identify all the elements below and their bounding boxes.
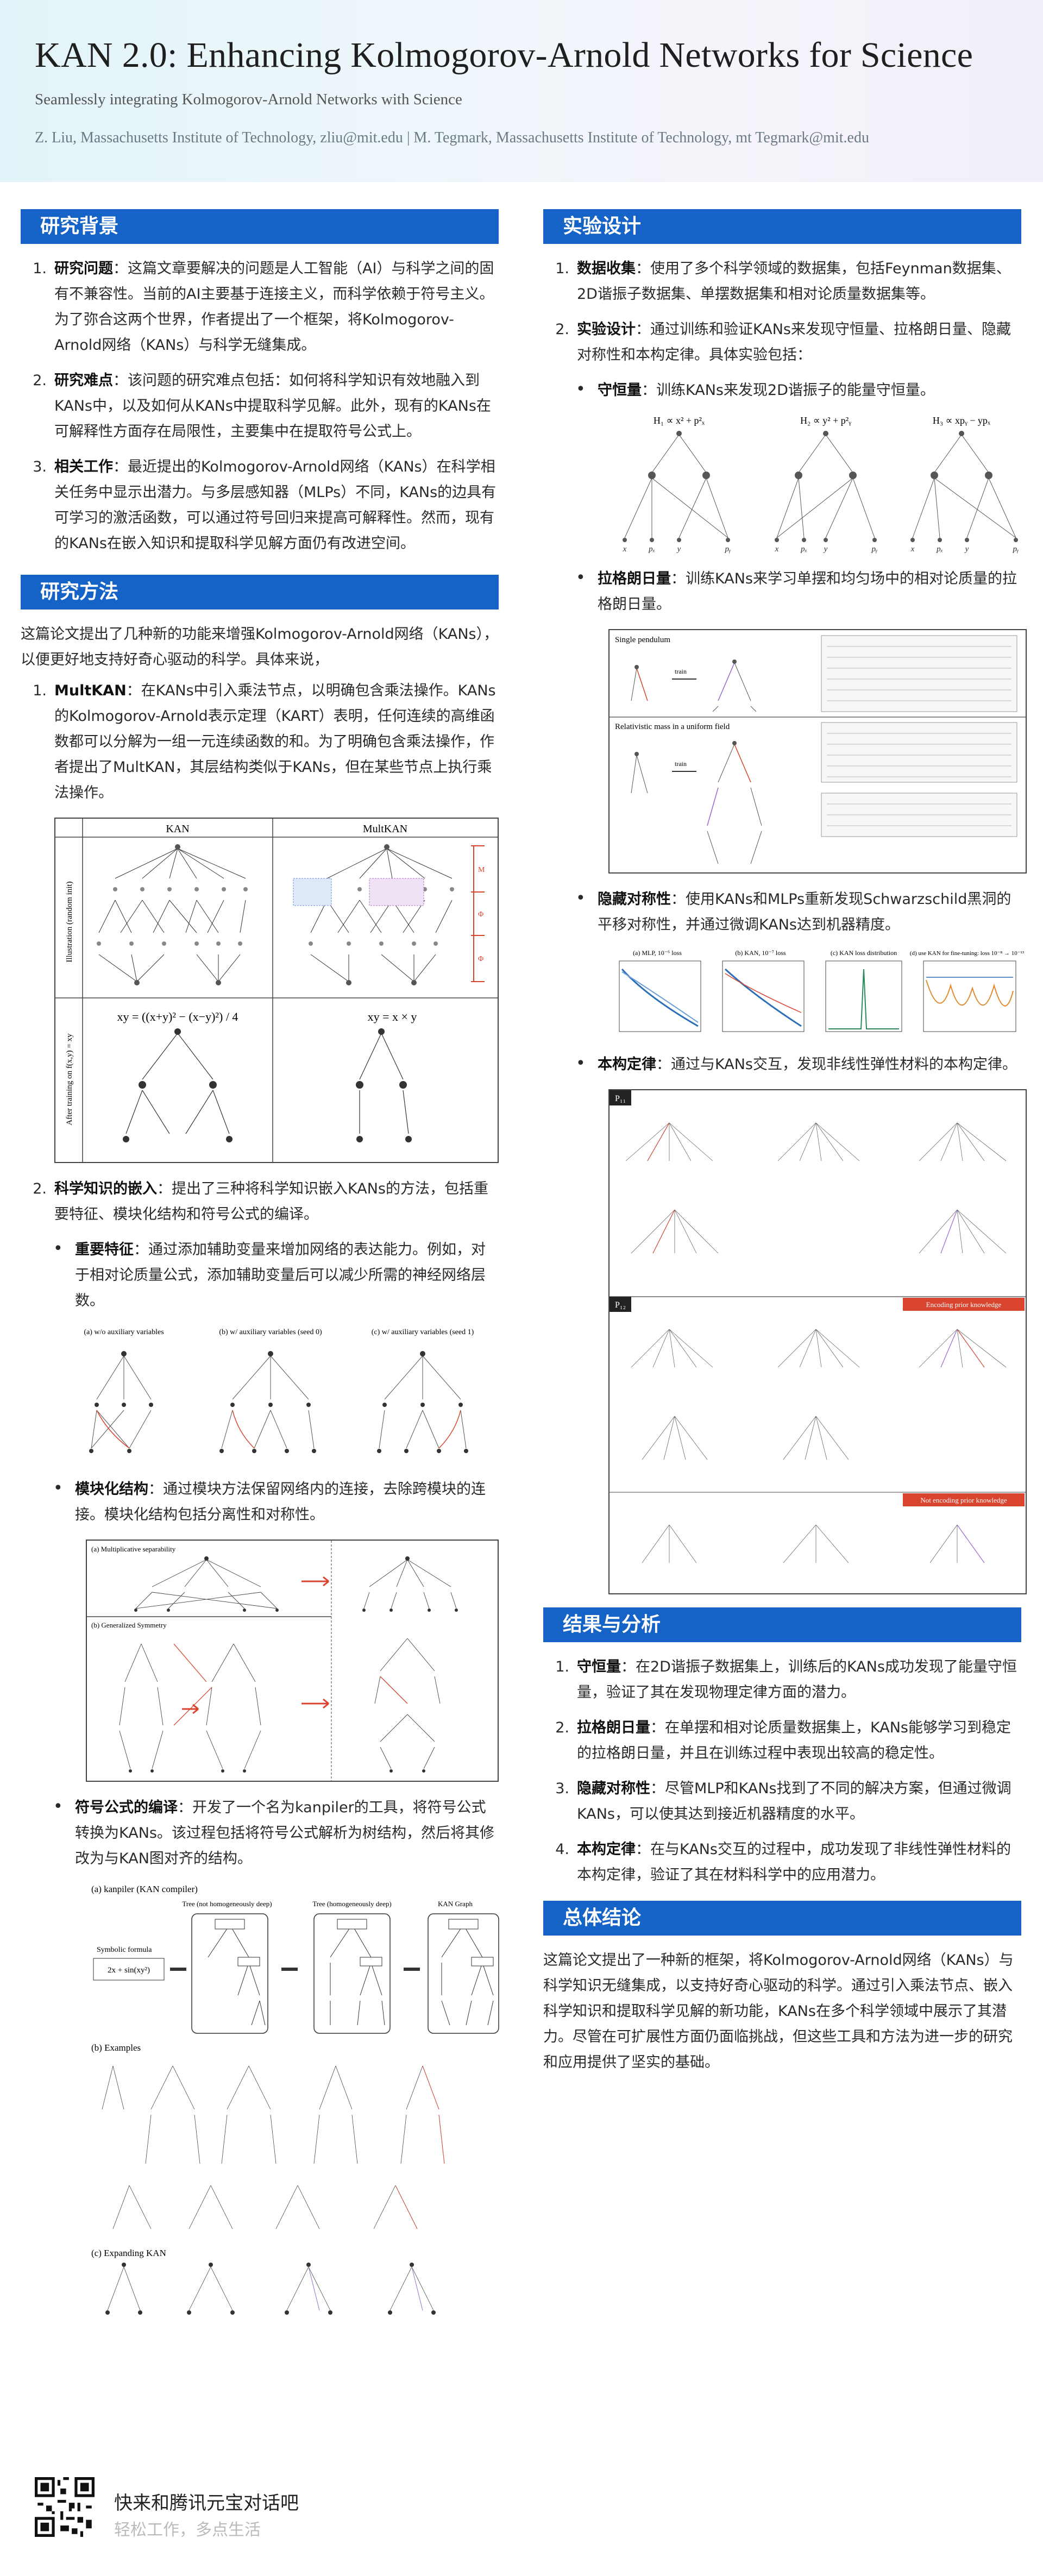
svg-text:(c) KAN loss distribution: (c) KAN loss distribution [831,949,897,957]
figure-auxiliary-variables: (a) w/o auxiliary variables (b) w/ auxil… [75,1323,499,1465]
poster-header: KAN 2.0: Enhancing Kolmogorov-Arnold Net… [0,0,1043,182]
svg-text:pᵧ: pᵧ [725,545,732,554]
figure-kan-vs-multkan: KAN MultKAN Illustration (random init) A… [54,818,499,1163]
fig-row-trained: After training on f(x,y) = xy [65,1033,74,1126]
svg-text:Φ: Φ [478,910,483,919]
svg-text:train: train [675,668,687,675]
list-item: 4. 本构定律：在与KANs交互的过程中，成功发现了非线性弹性材料的本构定律，验… [555,1841,1011,1883]
svg-text:(d) use KAN for fine-tuning: l: (d) use KAN for fine-tuning: loss 10⁻⁸ →… [910,950,1025,957]
section-title-results: 结果与分析 [543,1607,1021,1642]
list-item: 2. 实验设计：通过训练和验证KANs来发现守恒量、拉格朗日量、隐藏对称性和本构… [555,321,1011,363]
svg-text:pₓ: pₓ [936,545,943,554]
bullet-item: • 符号公式的编译：开发了一个名为kanpiler的工具，将符号公式转换为KAN… [53,1797,494,1867]
conclusion-text: 这篇论文提出了一种新的框架，将Kolmogorov-Arnold网络（KANs）… [543,1952,1014,2071]
figure-conserved-quantities: H₁ ∝ x² + p²ₓ H₂ ∝ y² + p²ᵧ H₃ ∝ xpᵧ − y… [608,413,1032,554]
footer-subtitle: 轻松工作，多点生活 [114,2521,261,2540]
svg-text:(a) kanpiler (KAN compiler): (a) kanpiler (KAN compiler) [91,1884,198,1894]
figure-constitutive-laws: P₁₁ P₁₂ Encoding prior knowledge Not enc… [608,1089,1027,1594]
list-item: 1. MultKAN：在KANs中引入乘法节点，以明确包含乘法操作。KANs的K… [33,682,496,801]
methods-body: 这篇论文提出了几种新的功能来增强Kolmogorov-Arnold网络（KANs… [21,621,499,2332]
list-item: 1. 数据收集：使用了多个科学领域的数据集，包括Feynman数据集、2D谐振子… [555,260,1011,303]
figure-kanpiler: (a) kanpiler (KAN compiler) Tree (not ho… [91,1881,504,2332]
fig-col-multkan: MultKAN [363,823,407,835]
svg-text:y: y [964,545,969,554]
methods-intro: 这篇论文提出了几种新的功能来增强Kolmogorov-Arnold网络（KANs… [21,626,499,668]
svg-text:x: x [623,545,627,554]
list-item: 1. 研究问题：这篇文章要解决的问题是人工智能（AI）与科学之间的固有不兼容性。… [33,260,494,354]
svg-text:pₓ: pₓ [648,545,655,554]
bullet-item: • 模块化结构：通过模块方法保留网络内的连接，去除跨模块的连接。模块化结构包括分… [53,1479,486,1523]
svg-text:H₁ ∝ x² + p²ₓ: H₁ ∝ x² + p²ₓ [654,415,705,426]
svg-text:Relativistic mass in a uniform: Relativistic mass in a uniform field [615,722,730,731]
svg-text:KAN Graph: KAN Graph [438,1900,473,1908]
list-item: 2. 科学知识的嵌入：提出了三种将科学知识嵌入KANs的方法，包括重要特征、模块… [33,1180,488,1223]
svg-text:Tree (homogeneously deep): Tree (homogeneously deep) [312,1900,391,1908]
background-list: 1. 研究问题：这篇文章要解决的问题是人工智能（AI）与科学之间的固有不兼容性。… [21,256,499,556]
list-item: 3. 相关工作：最近提出的Kolmogorov-Arnold网络（KANs）在科… [33,458,497,552]
svg-text:x: x [910,545,915,554]
qr-code-icon[interactable] [35,2477,95,2537]
svg-text:P₁₁: P₁₁ [615,1094,626,1103]
svg-text:Not encoding prior knowledge: Not encoding prior knowledge [920,1496,1007,1504]
svg-text:pᵧ: pᵧ [1013,545,1020,554]
fig-formula-multkan: xy = x × y [368,1010,417,1023]
svg-text:pᵧ: pᵧ [871,545,878,554]
svg-text:P₁₂: P₁₂ [615,1300,626,1310]
svg-text:H₂ ∝ y² + p²ᵧ: H₂ ∝ y² + p²ᵧ [800,415,851,426]
svg-text:(c) w/ auxiliary variables (se: (c) w/ auxiliary variables (seed 1) [372,1328,474,1336]
svg-text:(a) Multiplicative separabilit: (a) Multiplicative separability [91,1545,176,1553]
poster-subtitle: Seamlessly integrating Kolmogorov-Arnold… [35,90,462,108]
bullet-item: • 拉格朗日量：训练KANs来学习单摆和均匀场中的相对论质量的拉格朗日量。 [576,568,1017,613]
bullet-item: • 守恒量：训练KANs来发现2D谐振子的能量守恒量。 [576,380,935,399]
svg-text:train: train [675,760,687,768]
footer-title: 快来和腾讯元宝对话吧 [114,2492,299,2514]
list-item: 3. 隐藏对称性：尽管MLP和KANs找到了不同的解决方案，但通过微调KANs，… [555,1780,1011,1823]
poster-title: KAN 2.0: Enhancing Kolmogorov-Arnold Net… [35,35,973,75]
list-item: 2. 拉格朗日量：在单摆和相对论质量数据集上，KANs能够学习到稳定的拉格朗日量… [555,1719,1011,1762]
section-title-experiment: 实验设计 [543,209,1021,244]
svg-text:H₃ ∝ xpᵧ − ypₓ: H₃ ∝ xpᵧ − ypₓ [933,415,991,426]
section-title-conclusion: 总体结论 [543,1901,1021,1936]
figure-modularity: (a) Multiplicative separability (b) Gene… [86,1540,499,1782]
figure-lagrangian: Single pendulum Relativistic mass in a u… [608,629,1027,874]
svg-text:Encoding prior knowledge: Encoding prior knowledge [926,1300,1002,1309]
svg-text:Symbolic formula: Symbolic formula [97,1946,152,1954]
svg-text:Φ: Φ [478,955,483,963]
svg-text:(b) Generalized Symmetry: (b) Generalized Symmetry [91,1621,167,1629]
footer: 快来和腾讯元宝对话吧 轻松工作，多点生活 [0,2445,1043,2576]
svg-text:x: x [775,545,779,554]
svg-text:Tree (not homogeneously deep): Tree (not homogeneously deep) [182,1900,272,1908]
svg-text:(b) KAN, 10⁻⁷ loss: (b) KAN, 10⁻⁷ loss [735,949,786,957]
fig-col-kan: KAN [166,823,189,835]
svg-text:(a) w/o auxiliary variables: (a) w/o auxiliary variables [84,1328,164,1336]
fig-formula-kan: xy = ((x+y)² − (x−y)²) / 4 [117,1010,238,1023]
bullet-item: • 重要特征：通过添加辅助变量来增加网络的表达能力。例如，对于相对论质量公式，添… [53,1239,486,1309]
svg-text:y: y [823,545,828,554]
svg-text:(c) Expanding KAN: (c) Expanding KAN [91,2248,166,2258]
results-list: 1. 守恒量：在2D谐振子数据集上，训练后的KANs成功发现了能量守恒量，验证了… [543,1654,1021,1888]
section-title-background: 研究背景 [21,209,499,244]
svg-text:2x + sin(xy²): 2x + sin(xy²) [108,1966,150,1975]
svg-text:Single pendulum: Single pendulum [615,636,670,644]
svg-text:(b) w/ auxiliary variables (se: (b) w/ auxiliary variables (seed 0) [219,1328,322,1336]
bullet-item: • 本构定律：通过与KANs交互，发现非线性弹性材料的本构定律。 [576,1054,1017,1073]
left-column: 研究背景 1. 研究问题：这篇文章要解决的问题是人工智能（AI）与科学之间的固有… [21,209,499,2344]
svg-text:(a) MLP, 10⁻⁶ loss: (a) MLP, 10⁻⁶ loss [633,949,682,957]
fig-row-illustration: Illustration (random init) [65,881,74,962]
list-item: 1. 守恒量：在2D谐振子数据集上，训练后的KANs成功发现了能量守恒量，验证了… [555,1658,1017,1701]
section-title-methods: 研究方法 [21,575,499,610]
bullet-item: • 隐藏对称性：使用KANs和MLPs重新发现Schwarzschild黑洞的平… [576,889,1011,933]
list-item: 2. 研究难点：该问题的研究难点包括：如何将科学知识有效地融入到KANs中，以及… [33,372,491,440]
svg-text:y: y [676,545,681,554]
svg-text:(b) Examples: (b) Examples [91,2043,141,2053]
figure-hidden-symmetry: (a) MLP, 10⁻⁶ loss (b) KAN, 10⁻⁷ loss (c… [614,947,1027,1040]
svg-text:pₓ: pₓ [800,545,807,554]
experiment-body: 1. 数据收集：使用了多个科学领域的数据集，包括Feynman数据集、2D谐振子… [543,256,1027,1594]
poster-authors: Z. Liu, Massachusetts Institute of Techn… [35,129,869,146]
right-column: 实验设计 1. 数据收集：使用了多个科学领域的数据集，包括Feynman数据集、… [543,209,1027,2075]
svg-text:M: M [478,866,485,874]
